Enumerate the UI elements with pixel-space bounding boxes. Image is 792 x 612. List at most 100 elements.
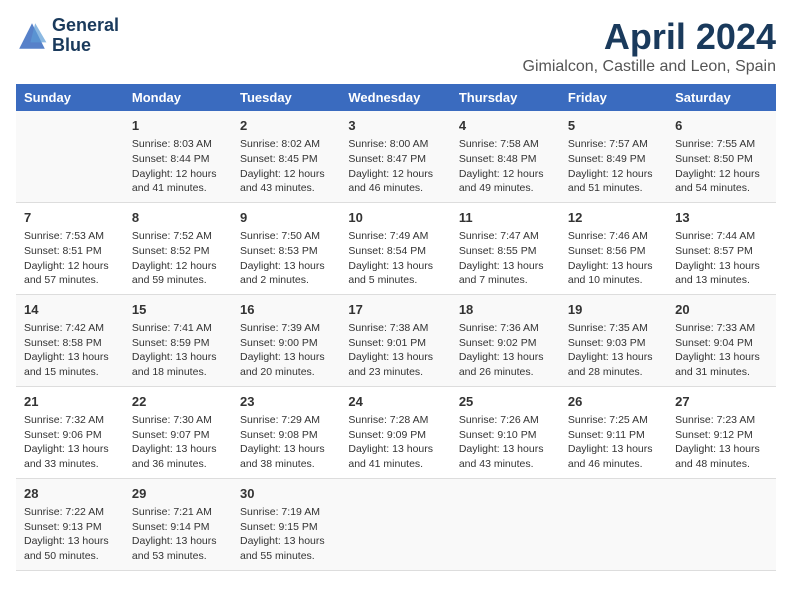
day-info-line: Sunset: 8:50 PM — [675, 152, 768, 167]
day-number: 18 — [459, 301, 552, 319]
calendar-cell: 7Sunrise: 7:53 AMSunset: 8:51 PMDaylight… — [16, 202, 124, 294]
calendar-cell: 24Sunrise: 7:28 AMSunset: 9:09 PMDayligh… — [340, 386, 450, 478]
day-number: 26 — [568, 393, 659, 411]
day-info-line: Sunrise: 7:35 AM — [568, 321, 659, 336]
calendar-cell — [560, 478, 667, 570]
day-number: 6 — [675, 117, 768, 135]
calendar-cell: 19Sunrise: 7:35 AMSunset: 9:03 PMDayligh… — [560, 294, 667, 386]
day-info-line: and 54 minutes. — [675, 181, 768, 196]
day-info-line: and 33 minutes. — [24, 457, 116, 472]
calendar-cell: 4Sunrise: 7:58 AMSunset: 8:48 PMDaylight… — [451, 111, 560, 202]
day-info-line: Daylight: 13 hours — [24, 350, 116, 365]
calendar-week-row: 14Sunrise: 7:42 AMSunset: 8:58 PMDayligh… — [16, 294, 776, 386]
calendar-cell: 2Sunrise: 8:02 AMSunset: 8:45 PMDaylight… — [232, 111, 340, 202]
day-info-line: Daylight: 12 hours — [675, 167, 768, 182]
calendar-cell: 14Sunrise: 7:42 AMSunset: 8:58 PMDayligh… — [16, 294, 124, 386]
day-info-line: Daylight: 13 hours — [240, 534, 332, 549]
day-info-line: Sunset: 9:04 PM — [675, 336, 768, 351]
day-info-line: Sunset: 8:45 PM — [240, 152, 332, 167]
day-info-line: Sunset: 9:09 PM — [348, 428, 442, 443]
header-cell-wednesday: Wednesday — [340, 84, 450, 111]
day-info-line: Sunset: 9:13 PM — [24, 520, 116, 535]
page-header: General Blue April 2024 Gimialcon, Casti… — [16, 16, 776, 76]
day-info-line: Daylight: 13 hours — [240, 350, 332, 365]
day-info-line: Sunset: 8:47 PM — [348, 152, 442, 167]
day-info-line: Sunrise: 7:41 AM — [132, 321, 224, 336]
day-number: 3 — [348, 117, 442, 135]
day-info-line: Sunset: 9:07 PM — [132, 428, 224, 443]
day-info-line: and 43 minutes. — [459, 457, 552, 472]
day-number: 15 — [132, 301, 224, 319]
day-info-line: Sunset: 9:12 PM — [675, 428, 768, 443]
day-info-line: Sunrise: 7:30 AM — [132, 413, 224, 428]
day-info-line: Sunset: 9:15 PM — [240, 520, 332, 535]
calendar-cell: 6Sunrise: 7:55 AMSunset: 8:50 PMDaylight… — [667, 111, 776, 202]
day-info-line: Daylight: 13 hours — [675, 350, 768, 365]
day-info-line: and 10 minutes. — [568, 273, 659, 288]
calendar-cell: 15Sunrise: 7:41 AMSunset: 8:59 PMDayligh… — [124, 294, 232, 386]
header-cell-monday: Monday — [124, 84, 232, 111]
day-info-line: and 36 minutes. — [132, 457, 224, 472]
day-info-line: Sunrise: 7:21 AM — [132, 505, 224, 520]
calendar-header-row: SundayMondayTuesdayWednesdayThursdayFrid… — [16, 84, 776, 111]
day-number: 11 — [459, 209, 552, 227]
day-info-line: Sunset: 8:57 PM — [675, 244, 768, 259]
day-number: 8 — [132, 209, 224, 227]
calendar-cell — [16, 111, 124, 202]
calendar-cell: 13Sunrise: 7:44 AMSunset: 8:57 PMDayligh… — [667, 202, 776, 294]
day-number: 21 — [24, 393, 116, 411]
day-info-line: and 15 minutes. — [24, 365, 116, 380]
calendar-cell: 22Sunrise: 7:30 AMSunset: 9:07 PMDayligh… — [124, 386, 232, 478]
day-info-line: Daylight: 13 hours — [675, 442, 768, 457]
day-info-line: Sunrise: 7:44 AM — [675, 229, 768, 244]
day-number: 9 — [240, 209, 332, 227]
calendar-cell: 9Sunrise: 7:50 AMSunset: 8:53 PMDaylight… — [232, 202, 340, 294]
day-info-line: and 28 minutes. — [568, 365, 659, 380]
logo-icon — [16, 20, 48, 52]
day-info-line: Sunrise: 8:00 AM — [348, 137, 442, 152]
day-info-line: Sunrise: 7:36 AM — [459, 321, 552, 336]
calendar-cell: 20Sunrise: 7:33 AMSunset: 9:04 PMDayligh… — [667, 294, 776, 386]
day-number: 14 — [24, 301, 116, 319]
day-number: 25 — [459, 393, 552, 411]
day-number: 2 — [240, 117, 332, 135]
day-info-line: Sunset: 9:01 PM — [348, 336, 442, 351]
day-info-line: Sunset: 8:56 PM — [568, 244, 659, 259]
day-info-line: Daylight: 13 hours — [348, 442, 442, 457]
day-info-line: Sunset: 9:06 PM — [24, 428, 116, 443]
day-info-line: Sunset: 8:49 PM — [568, 152, 659, 167]
day-info-line: Sunset: 9:10 PM — [459, 428, 552, 443]
day-info-line: Sunrise: 7:32 AM — [24, 413, 116, 428]
day-info-line: Daylight: 13 hours — [24, 442, 116, 457]
day-info-line: Daylight: 13 hours — [132, 350, 224, 365]
logo: General Blue — [16, 16, 119, 56]
day-number: 19 — [568, 301, 659, 319]
day-info-line: and 31 minutes. — [675, 365, 768, 380]
day-info-line: and 20 minutes. — [240, 365, 332, 380]
main-title: April 2024 — [523, 16, 776, 58]
day-info-line: Daylight: 12 hours — [240, 167, 332, 182]
calendar-cell: 17Sunrise: 7:38 AMSunset: 9:01 PMDayligh… — [340, 294, 450, 386]
calendar-cell: 18Sunrise: 7:36 AMSunset: 9:02 PMDayligh… — [451, 294, 560, 386]
day-info-line: Sunrise: 7:19 AM — [240, 505, 332, 520]
header-cell-tuesday: Tuesday — [232, 84, 340, 111]
day-info-line: Daylight: 12 hours — [24, 259, 116, 274]
day-info-line: and 46 minutes. — [568, 457, 659, 472]
day-info-line: Sunrise: 7:52 AM — [132, 229, 224, 244]
calendar-week-row: 7Sunrise: 7:53 AMSunset: 8:51 PMDaylight… — [16, 202, 776, 294]
day-info-line: Daylight: 12 hours — [132, 259, 224, 274]
day-info-line: Daylight: 13 hours — [459, 442, 552, 457]
calendar-cell: 8Sunrise: 7:52 AMSunset: 8:52 PMDaylight… — [124, 202, 232, 294]
day-info-line: Daylight: 13 hours — [132, 442, 224, 457]
day-number: 28 — [24, 485, 116, 503]
day-info-line: Sunrise: 7:46 AM — [568, 229, 659, 244]
day-info-line: Sunrise: 7:47 AM — [459, 229, 552, 244]
day-info-line: Sunset: 8:44 PM — [132, 152, 224, 167]
day-info-line: Sunrise: 7:57 AM — [568, 137, 659, 152]
day-info-line: and 51 minutes. — [568, 181, 659, 196]
day-info-line: and 57 minutes. — [24, 273, 116, 288]
day-info-line: and 5 minutes. — [348, 273, 442, 288]
day-info-line: Sunset: 9:00 PM — [240, 336, 332, 351]
day-number: 7 — [24, 209, 116, 227]
day-info-line: Sunrise: 7:22 AM — [24, 505, 116, 520]
